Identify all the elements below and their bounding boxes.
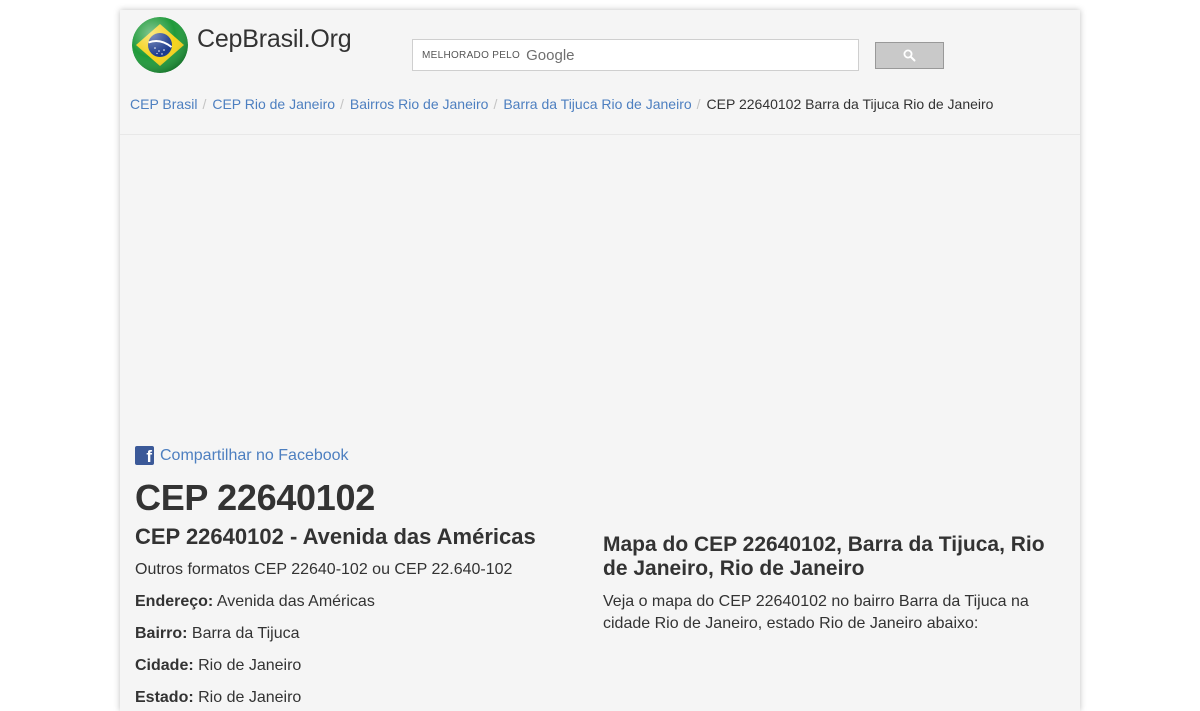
breadcrumb-link-cep-brasil[interactable]: CEP Brasil (130, 96, 197, 112)
breadcrumb-separator: / (202, 96, 207, 112)
address-field: Endereço: Avenida das Américas (135, 592, 575, 612)
state-field: Estado: Rio de Janeiro (135, 688, 575, 708)
cep-details: CEP 22640102 CEP 22640102 - Avenida das … (135, 476, 575, 708)
map-title: Mapa do CEP 22640102, Barra da Tijuca, R… (603, 533, 1045, 580)
cep-subtitle: CEP 22640102 - Avenida das Américas (135, 524, 536, 549)
breadcrumb-separator: / (696, 96, 701, 112)
magnifier-icon (903, 49, 916, 62)
search-input[interactable]: MELHORADO PELO Google (412, 39, 859, 71)
state-label: Estado: (135, 689, 194, 706)
site-logo-link[interactable]: CepBrasil.Org (132, 17, 352, 73)
address-value: Avenida das Américas (216, 593, 375, 610)
page-title: CEP 22640102 (135, 477, 375, 518)
breadcrumb-separator: / (493, 96, 498, 112)
breadcrumb-link-barra-da-tijuca[interactable]: Barra da Tijuca Rio de Janeiro (503, 96, 691, 112)
breadcrumb-link-bairros-rio-de-janeiro[interactable]: Bairros Rio de Janeiro (350, 96, 489, 112)
cep-info: Outros formatos CEP 22640-102 ou CEP 22.… (135, 560, 575, 708)
neighborhood-value: Barra da Tijuca (191, 625, 300, 642)
site-name: CepBrasil.Org (197, 24, 352, 53)
facebook-icon: f (135, 446, 154, 465)
cep-formats: Outros formatos CEP 22640-102 ou CEP 22.… (135, 561, 513, 578)
address-label: Endereço: (135, 593, 214, 610)
brazil-flag-icon (132, 17, 188, 73)
google-brand-label: Google (526, 46, 575, 64)
search-button[interactable] (875, 42, 944, 69)
breadcrumb-link-cep-rio-de-janeiro[interactable]: CEP Rio de Janeiro (212, 96, 335, 112)
neighborhood-label: Bairro: (135, 625, 188, 642)
facebook-share-link[interactable]: f Compartilhar no Facebook (135, 446, 349, 465)
page-container: CepBrasil.Org MELHORADO PELO Google CEP … (120, 10, 1080, 711)
breadcrumb-current: CEP 22640102 Barra da Tijuca Rio de Jane… (706, 96, 994, 112)
breadcrumb-separator: / (340, 96, 344, 112)
site-header: CepBrasil.Org MELHORADO PELO Google CEP … (120, 10, 1080, 135)
search-enhanced-label: MELHORADO PELO (422, 49, 521, 61)
state-value: Rio de Janeiro (198, 689, 302, 706)
city-value: Rio de Janeiro (198, 657, 302, 674)
breadcrumb: CEP Brasil / CEP Rio de Janeiro / Bairros Ri… (130, 96, 993, 112)
neighborhood-field: Bairro: Barra da Tijuca (135, 624, 575, 644)
map-description: Veja o mapa do CEP 22640102 no bairro Ba… (603, 593, 1029, 632)
map-section: Mapa do CEP 22640102, Barra da Tijuca, R… (603, 533, 1063, 635)
facebook-share-label: Compartilhar no Facebook (160, 446, 349, 464)
city-field: Cidade: Rio de Janeiro (135, 656, 575, 676)
city-label: Cidade: (135, 657, 194, 674)
